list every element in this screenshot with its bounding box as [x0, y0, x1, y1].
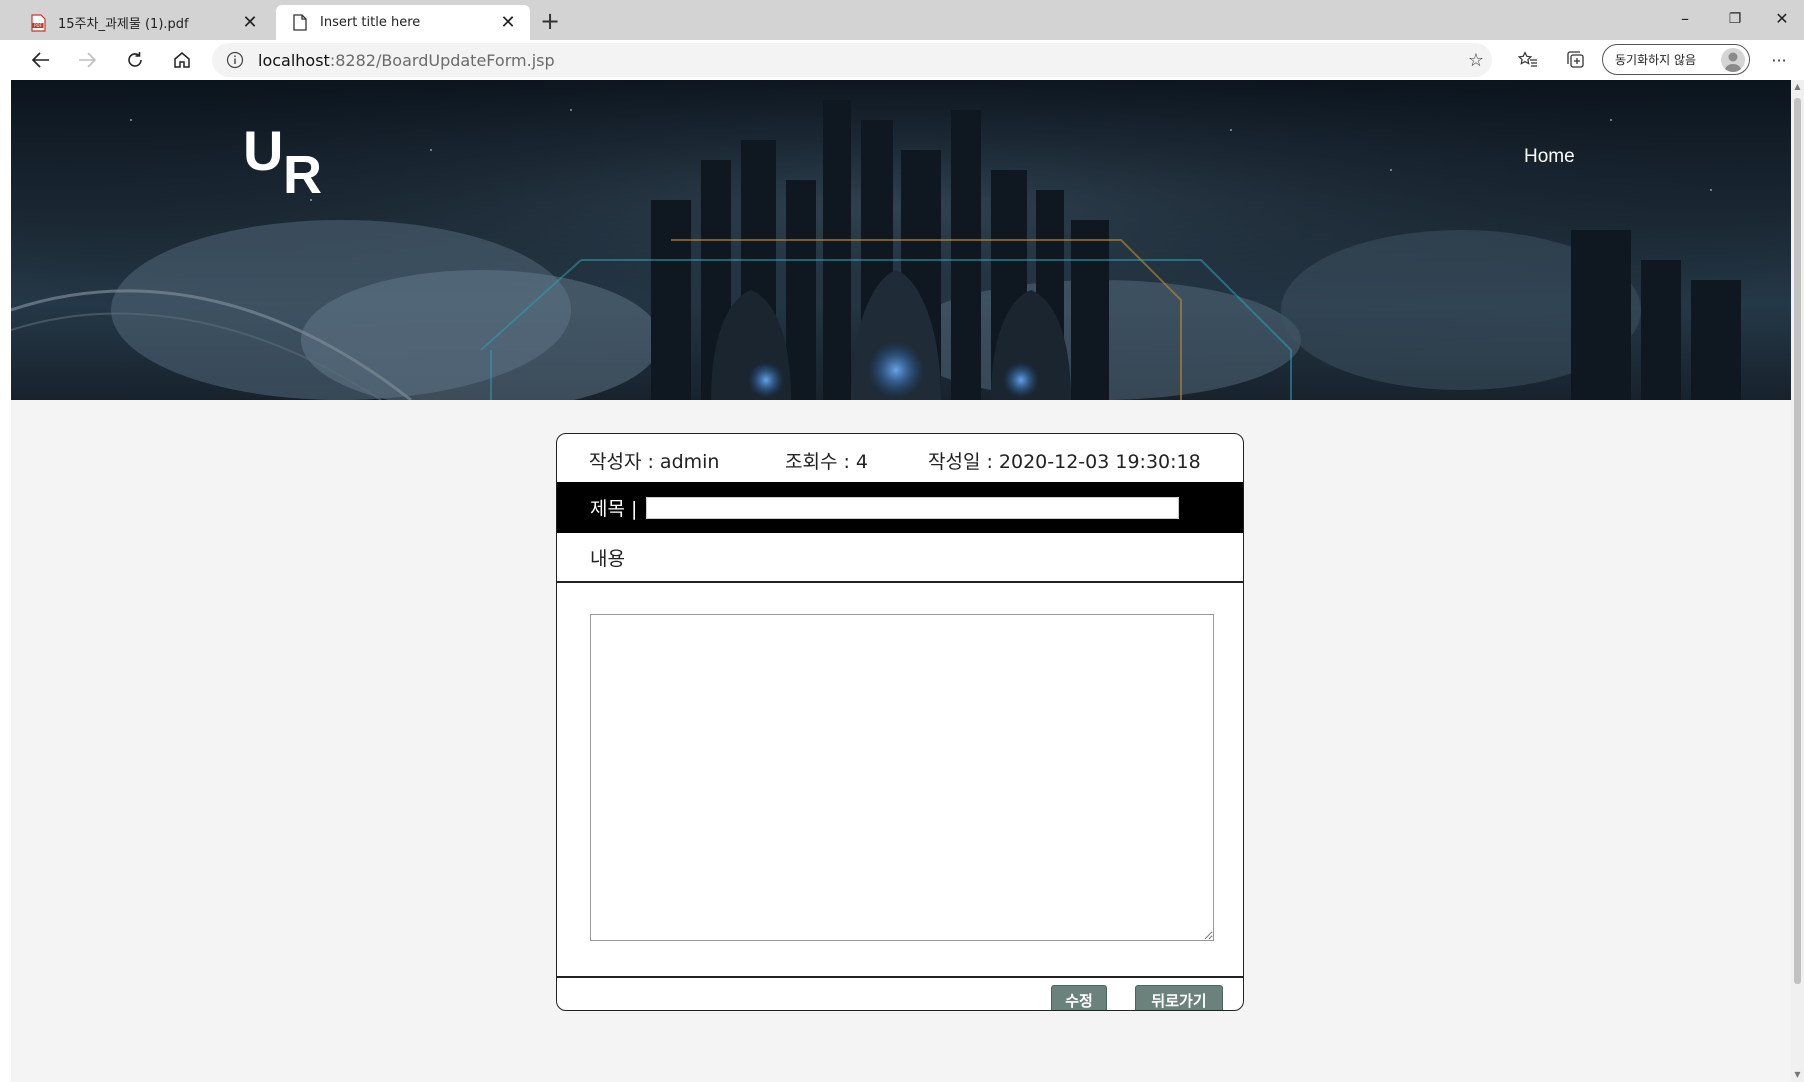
url-path: :8282/BoardUpdateForm.jsp [329, 50, 555, 70]
scrollbar-thumb[interactable] [1794, 98, 1801, 984]
scroll-down-arrow-icon[interactable]: ▼ [1791, 1068, 1804, 1082]
tab-title: 15주차_과제물 (1).pdf [58, 17, 189, 32]
page-scrollbar[interactable]: ▲ ▼ [1791, 80, 1804, 1082]
favorites-list-icon[interactable] [1511, 44, 1545, 76]
close-tab-icon[interactable]: ✕ [240, 12, 260, 33]
tab-pdf[interactable]: PDF 15주차_과제물 (1).pdf ✕ [14, 5, 272, 40]
divider [557, 581, 1243, 583]
content-textarea[interactable] [590, 614, 1214, 941]
refresh-icon [128, 52, 142, 67]
url-host: localhost [258, 50, 330, 70]
arrow-left-icon [31, 52, 49, 68]
header-banner: U R Home [11, 80, 1791, 400]
title-input[interactable] [646, 497, 1179, 519]
address-toolbar: localhost:8282/BoardUpdateForm.jsp ☆ 동기화… [0, 40, 1804, 80]
more-menu-button[interactable]: ··· [1762, 44, 1796, 76]
svg-text:PDF: PDF [34, 23, 42, 28]
url-bar[interactable]: localhost:8282/BoardUpdateForm.jsp [212, 43, 1492, 77]
close-tab-icon[interactable]: ✕ [498, 12, 518, 33]
logo-letter-u: U [243, 119, 284, 182]
restore-button[interactable]: ❐ [1713, 4, 1757, 34]
profile-button[interactable]: 동기화하지 않음 [1602, 44, 1750, 75]
arrow-right-icon [79, 52, 97, 68]
new-tab-button[interactable]: + [537, 8, 563, 34]
tab-title: Insert title here [320, 15, 421, 30]
board-update-form: 작성자 : admin 조회수 : 4 작성일 : 2020-12-03 19:… [556, 433, 1244, 1011]
title-row: 제목 | [557, 482, 1243, 533]
title-label: 제목 | [590, 498, 638, 520]
logo-letter-r: R [283, 145, 322, 205]
back-link-button[interactable]: 뒤로가기 [1135, 985, 1223, 1010]
divider [557, 976, 1243, 978]
page-viewport: U R Home 작성자 : admin 조회수 : 4 작성일 : 2020-… [11, 80, 1791, 1082]
home-button[interactable] [165, 44, 199, 76]
refresh-button[interactable] [118, 44, 152, 76]
scroll-up-arrow-icon[interactable]: ▲ [1791, 80, 1804, 94]
home-icon [174, 52, 190, 68]
writer-info: 작성자 : admin [589, 451, 720, 473]
nav-home-link[interactable]: Home [1524, 146, 1575, 168]
content-label: 내용 [590, 548, 625, 570]
tab-strip: PDF 15주차_과제물 (1).pdf ✕ Insert title here… [0, 0, 1804, 40]
tab-active[interactable]: Insert title here ✕ [276, 5, 530, 40]
pdf-icon: PDF [30, 13, 46, 32]
back-button[interactable] [24, 44, 58, 76]
close-window-button[interactable]: ✕ [1760, 4, 1804, 34]
post-meta-row: 작성자 : admin 조회수 : 4 작성일 : 2020-12-03 19:… [557, 434, 1243, 482]
avatar [1721, 48, 1745, 72]
minimize-button[interactable]: – [1663, 4, 1707, 34]
page-icon [292, 14, 308, 32]
update-button[interactable]: 수정 [1051, 985, 1107, 1010]
view-count: 조회수 : 4 [785, 451, 869, 473]
collections-icon[interactable] [1559, 44, 1593, 76]
forward-button[interactable] [70, 44, 104, 76]
created-date: 작성일 : 2020-12-03 19:30:18 [928, 451, 1201, 473]
favorite-star-icon[interactable]: ☆ [1459, 44, 1493, 76]
profile-label: 동기화하지 않음 [1615, 53, 1697, 67]
info-icon[interactable] [226, 51, 244, 69]
